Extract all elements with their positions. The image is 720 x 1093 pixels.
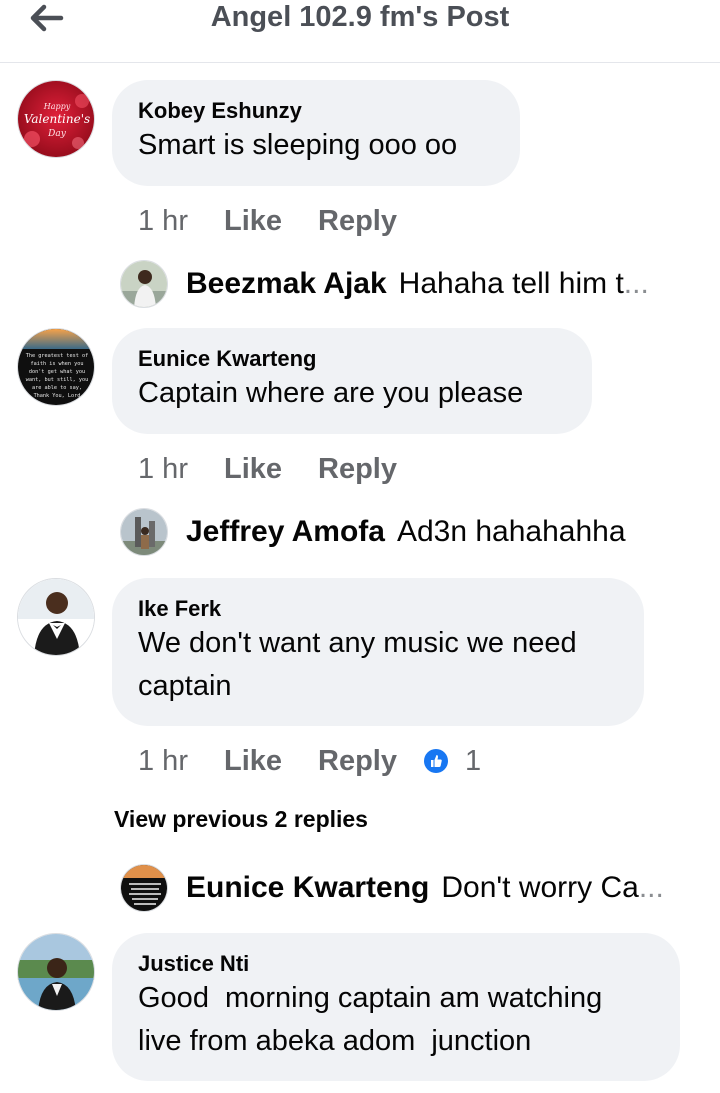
- quote-line-6: Thank You, Lord: [34, 393, 81, 399]
- like-button[interactable]: Like: [224, 204, 282, 238]
- quote-line-4: want, but still, you: [26, 377, 88, 383]
- view-previous-replies-link[interactable]: View previous 2 replies: [114, 806, 368, 833]
- comment-text-line-2: live from abeka adom junction: [138, 1025, 532, 1057]
- reply-button[interactable]: Reply: [318, 204, 397, 238]
- reply-author[interactable]: Beezmak Ajak: [186, 267, 387, 301]
- avatar-kobey-eshunzy[interactable]: Happy Valentine's Day: [17, 80, 95, 158]
- comment-time: 1 hr: [138, 745, 188, 777]
- reply-row[interactable]: Jeffrey Amofa Ad3n hahahahha: [120, 508, 626, 556]
- person-avatar-image: [18, 934, 94, 1010]
- avatar-justice-nti[interactable]: [17, 933, 95, 1011]
- truncation-ellipsis: ...: [638, 871, 664, 904]
- comment-actions: 1 hr Like Reply: [138, 452, 433, 486]
- valentine-avatar-image: Happy Valentine's Day: [18, 81, 94, 157]
- comment-actions: 1 hr Like Reply: [138, 204, 433, 238]
- comment-text-line-2: captain: [138, 670, 232, 702]
- comment-time: 1 hr: [138, 205, 188, 237]
- quote-line-3: don't get what you: [29, 369, 85, 375]
- like-button[interactable]: Like: [224, 744, 282, 778]
- person-avatar-image: [18, 579, 94, 655]
- reply-row[interactable]: Eunice Kwarteng Don't worry Ca...: [120, 864, 664, 912]
- comment-bubble[interactable]: Ike Ferk We don't want any music we need…: [112, 578, 644, 726]
- reply-author[interactable]: Eunice Kwarteng: [186, 871, 429, 905]
- reply-row[interactable]: Beezmak Ajak Hahaha tell him t...: [120, 260, 649, 308]
- comment-bubble[interactable]: Justice Nti Good morning captain am watc…: [112, 933, 680, 1081]
- truncation-ellipsis: ...: [623, 267, 649, 300]
- comment-author[interactable]: Eunice Kwarteng: [138, 346, 566, 372]
- avatar-jeffrey-amofa[interactable]: [120, 508, 168, 556]
- valentine-line3: Day: [47, 129, 67, 139]
- reaction-count: 1: [465, 745, 482, 777]
- page-title: Angel 102.9 fm's Post: [210, 1, 510, 33]
- person-avatar-image: [121, 509, 167, 555]
- like-button[interactable]: Like: [224, 452, 282, 486]
- comment-bubble[interactable]: Kobey Eshunzy Smart is sleeping ooo oo: [112, 80, 520, 186]
- top-bar: Angel 102.9 fm's Post: [0, 0, 720, 63]
- thumbs-up-icon: [424, 749, 448, 773]
- avatar-beezmak-ajak[interactable]: [120, 260, 168, 308]
- reply-text: Hahaha tell him t...: [398, 267, 649, 300]
- reply-text: Ad3n hahahahha: [396, 515, 626, 548]
- comment-author[interactable]: Kobey Eshunzy: [138, 98, 494, 124]
- comment-author[interactable]: Ike Ferk: [138, 596, 618, 622]
- valentine-line1: Happy: [43, 102, 71, 111]
- avatar-ike-ferk[interactable]: [17, 578, 95, 656]
- comment-actions: 1 hr Like Reply 1: [138, 744, 481, 778]
- comment-bubble[interactable]: Eunice Kwarteng Captain where are you pl…: [112, 328, 592, 434]
- valentine-line2: Valentine's: [24, 112, 90, 126]
- comment-text-line-1: We don't want any music we need: [138, 627, 577, 659]
- comment-time: 1 hr: [138, 453, 188, 485]
- quote-line-2: faith is when you: [30, 361, 83, 367]
- reply-text: Don't worry Ca...: [441, 871, 664, 904]
- person-avatar-image: [121, 261, 167, 307]
- avatar-eunice-kwarteng-reply[interactable]: [120, 864, 168, 912]
- reaction-summary[interactable]: 1: [423, 744, 481, 778]
- quote-line-1: The greatest test of: [26, 353, 88, 359]
- quote-line-5: are able to say,: [32, 385, 82, 391]
- comment-text: Captain where are you please: [138, 377, 524, 409]
- comment-author[interactable]: Justice Nti: [138, 951, 654, 977]
- quote-avatar-image: The greatest test of faith is when you d…: [18, 329, 94, 405]
- reply-button[interactable]: Reply: [318, 452, 397, 486]
- comment-text-line-1: Good morning captain am watching: [138, 982, 603, 1014]
- post-comments-screen: Angel 102.9 fm's Post Happy Valentine's …: [0, 0, 720, 1093]
- reply-button[interactable]: Reply: [318, 744, 397, 778]
- avatar-eunice-kwarteng[interactable]: The greatest test of faith is when you d…: [17, 328, 95, 406]
- quote-avatar-image: [121, 865, 167, 911]
- reply-author[interactable]: Jeffrey Amofa: [186, 515, 385, 549]
- comment-text: Smart is sleeping ooo oo: [138, 129, 458, 161]
